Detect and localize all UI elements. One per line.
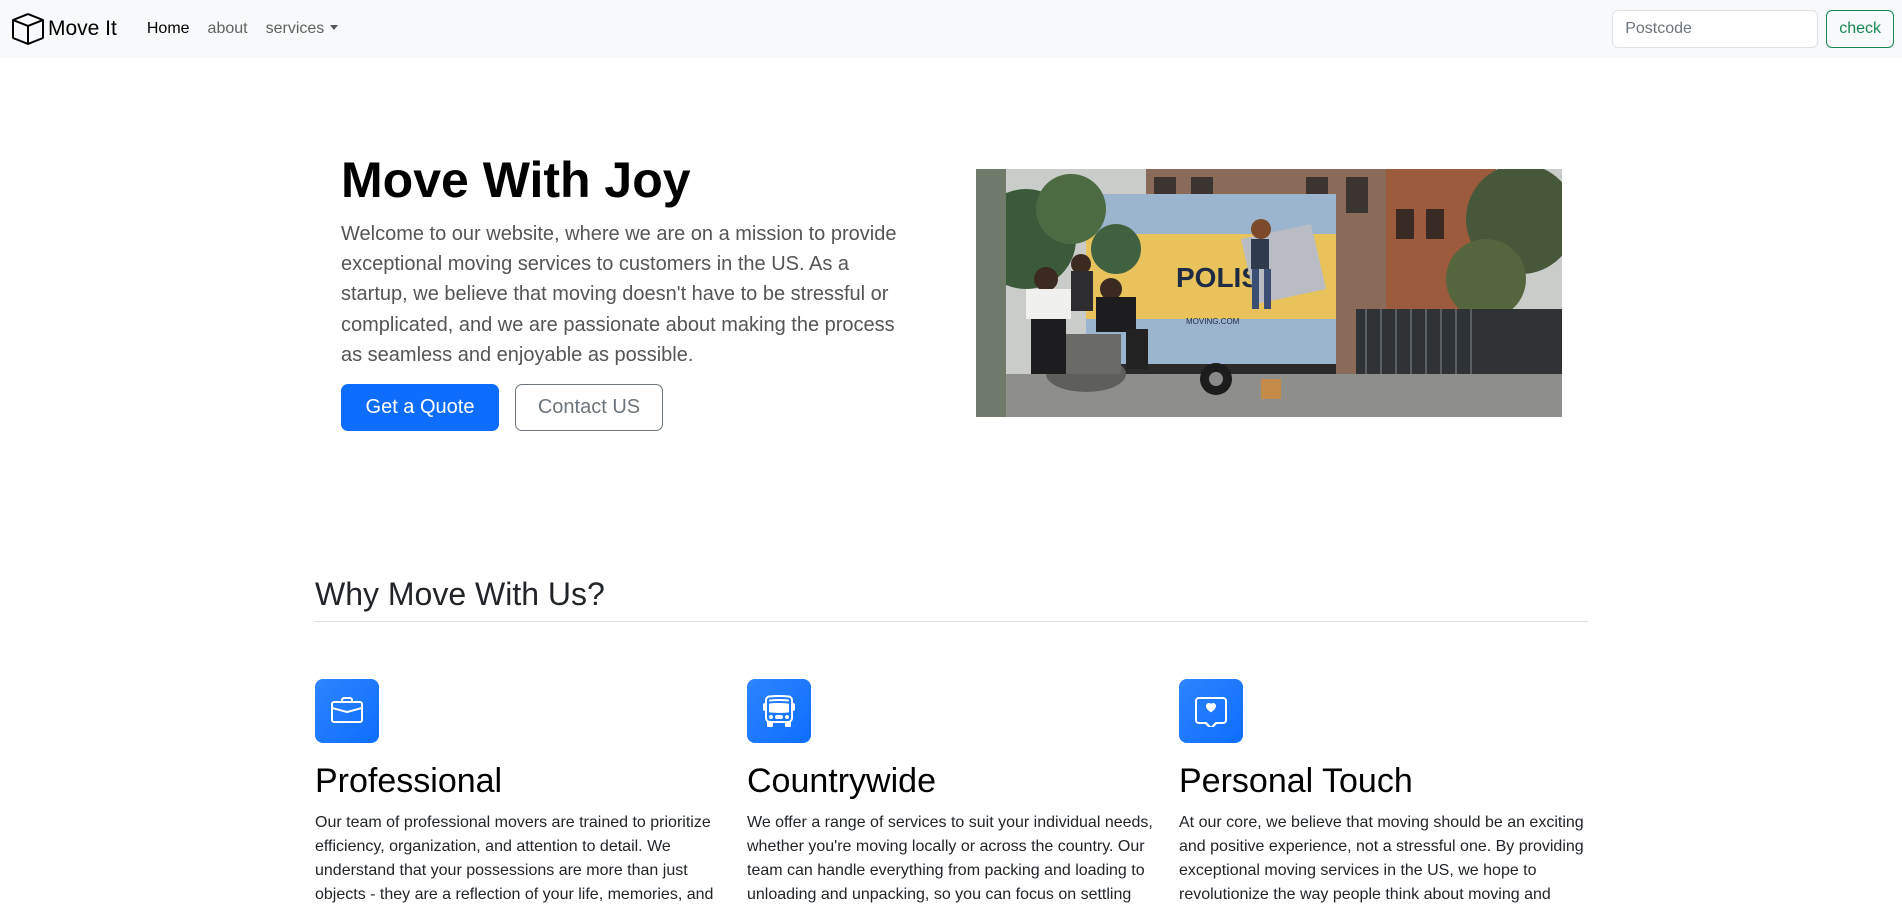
nav-home[interactable]: Home	[139, 12, 198, 46]
chat-heart-icon	[1195, 697, 1227, 727]
postcode-search-form: check	[1612, 10, 1894, 48]
feature-text: We offer a range of services to suit you…	[747, 814, 1153, 903]
postcode-input[interactable]	[1612, 10, 1819, 48]
nav-links: Home about services	[139, 12, 348, 46]
feature-card-countrywide: Countrywide We offer a range of services…	[747, 679, 1157, 910]
brand-link[interactable]: Move It	[12, 13, 117, 45]
nav-services-label: services	[265, 20, 325, 37]
box-logo-icon	[12, 13, 44, 45]
briefcase-icon	[331, 697, 363, 723]
hero-lead: Welcome to our website, where we are on …	[341, 223, 897, 366]
navbar: Move It Home about services check	[0, 0, 1902, 58]
feature-icon-box	[747, 679, 811, 743]
feature-title: Personal Touch	[1179, 762, 1413, 800]
feature-text: At our core, we believe that moving shou…	[1179, 814, 1584, 903]
nav-about[interactable]: about	[200, 12, 256, 46]
hero-image: POLIS MOVING.COM	[976, 169, 1562, 417]
feature-title: Professional	[315, 762, 503, 800]
hero-title: Move With Joy	[341, 152, 691, 208]
check-button[interactable]: check	[1826, 10, 1894, 48]
section-divider	[315, 621, 1588, 622]
brand-name: Move It	[48, 17, 117, 40]
feature-card-professional: Professional Our team of professional mo…	[315, 679, 725, 910]
feature-icon-box	[1179, 679, 1243, 743]
truck-small-text: MOVING.COM	[1186, 317, 1240, 326]
bus-icon	[763, 695, 795, 727]
feature-title: Countrywide	[747, 762, 936, 800]
contact-us-button[interactable]: Contact US	[515, 384, 663, 431]
feature-icon-box	[315, 679, 379, 743]
feature-text: Our team of professional movers are trai…	[315, 814, 714, 903]
get-quote-button[interactable]: Get a Quote	[341, 384, 499, 431]
nav-services-dropdown[interactable]: services	[258, 12, 347, 46]
why-move-heading: Why Move With Us?	[315, 576, 605, 612]
caret-down-icon	[330, 25, 339, 30]
feature-card-personal-touch: Personal Touch At our core, we believe t…	[1179, 679, 1589, 910]
